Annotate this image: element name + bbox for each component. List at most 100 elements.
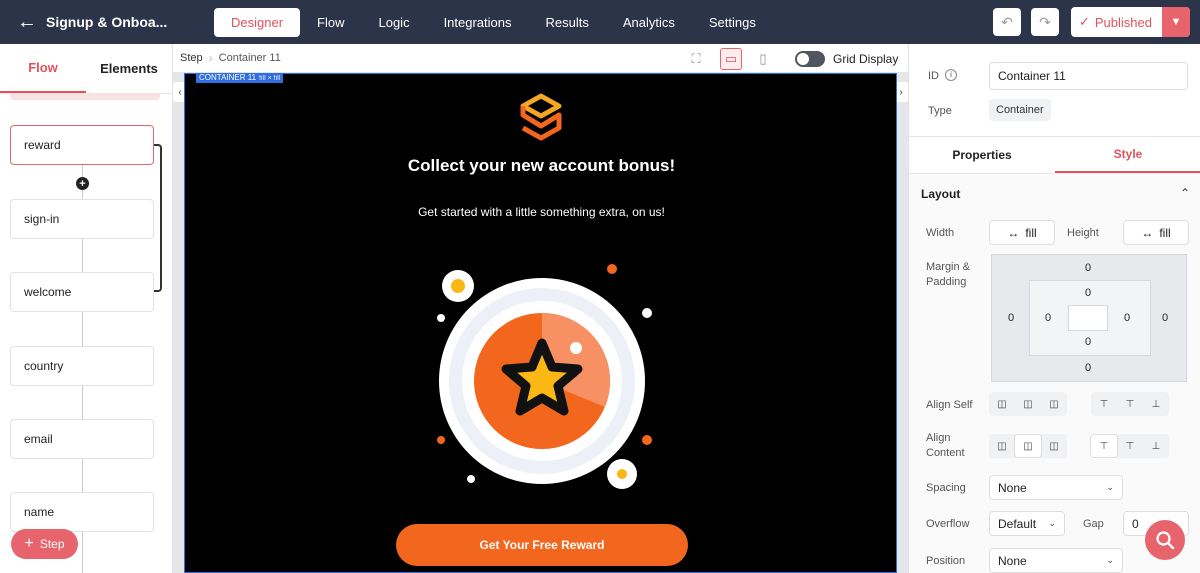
align-right-icon[interactable]: ◫	[1041, 435, 1067, 457]
align-content-label-2: Content	[926, 447, 965, 459]
step-node-sign-in[interactable]: sign-in	[10, 199, 154, 239]
chevron-up-icon[interactable]: ⌃	[1180, 186, 1190, 200]
position-value: None	[998, 553, 1027, 568]
width-arrows-icon: ↔	[1007, 225, 1020, 240]
grid-display-toggle[interactable]	[795, 51, 825, 67]
align-right-icon[interactable]: ◫	[1041, 393, 1067, 415]
position-label: Position	[926, 555, 966, 567]
undo-button[interactable]: ↶	[992, 8, 1021, 36]
align-bottom-icon[interactable]: ⊥	[1143, 393, 1169, 415]
width-input[interactable]: ↔ fill	[989, 220, 1055, 245]
align-left-icon[interactable]: ◫	[989, 435, 1015, 457]
height-arrows-icon: ↔	[1141, 225, 1154, 240]
padding-box: 0 0 0 0	[1029, 280, 1151, 356]
spacing-label: Spacing	[926, 482, 966, 494]
step-node-email[interactable]: email	[10, 419, 154, 459]
margin-bottom[interactable]: 0	[1085, 362, 1091, 374]
tab-elements-panel[interactable]: Elements	[86, 44, 172, 93]
align-bottom-icon[interactable]: ⊥	[1143, 435, 1169, 457]
padding-right[interactable]: 0	[1124, 312, 1130, 324]
align-content-vertical: ⊤ ⊤ ⊥	[1091, 434, 1169, 458]
padding-top[interactable]: 0	[1085, 287, 1091, 299]
align-top-icon[interactable]: ⊤	[1091, 393, 1117, 415]
desktop-icon[interactable]: ▭	[720, 48, 742, 70]
info-icon[interactable]: i	[945, 69, 957, 81]
tab-analytics[interactable]: Analytics	[606, 8, 692, 37]
tab-integrations[interactable]: Integrations	[427, 8, 529, 37]
headline: Collect your new account bonus!	[407, 156, 676, 175]
redo-button[interactable]: ↷	[1030, 8, 1059, 36]
margin-label: Margin &	[926, 261, 971, 273]
add-node-icon[interactable]: +	[76, 177, 89, 190]
top-actions: ↶ ↷ ✓ Published ▼	[983, 7, 1190, 37]
align-center-icon[interactable]: ◫	[1015, 435, 1041, 457]
align-middle-icon[interactable]: ⊤	[1117, 393, 1143, 415]
step-node-welcome[interactable]: welcome	[10, 272, 154, 312]
reward-star-illustration	[437, 264, 652, 489]
margin-right[interactable]: 0	[1162, 312, 1168, 324]
padding-label: Padding	[926, 276, 967, 288]
connector-line	[82, 459, 83, 493]
fullscreen-icon[interactable]: ⛶	[685, 48, 707, 70]
height-label: Height	[1067, 227, 1099, 239]
margin-left[interactable]: 0	[1008, 312, 1014, 324]
back-arrow-icon[interactable]: ←	[12, 7, 42, 37]
plus-icon: +	[24, 535, 34, 552]
align-middle-icon[interactable]: ⊤	[1117, 435, 1143, 457]
connector-line	[82, 532, 83, 573]
brand-logo-icon	[520, 93, 562, 141]
container-tag-size: fill × fill	[259, 75, 281, 82]
published-button[interactable]: ✓ Published ▼	[1070, 7, 1190, 37]
height-value: fill	[1159, 225, 1171, 240]
padding-left[interactable]: 0	[1045, 312, 1051, 324]
chevron-down-icon: ⌄	[1048, 518, 1056, 528]
check-icon: ✓	[1078, 14, 1090, 29]
align-top-icon[interactable]: ⊤	[1091, 435, 1117, 457]
undo-icon: ↶	[1001, 13, 1013, 30]
sidebar-tabs: Flow Elements	[0, 44, 172, 94]
tab-flow-panel[interactable]: Flow	[0, 44, 86, 93]
step-node-partial	[10, 93, 160, 100]
chevron-down-icon[interactable]: ▼	[1162, 7, 1190, 37]
gap-label: Gap	[1083, 518, 1104, 530]
mobile-icon[interactable]: ▯	[752, 48, 774, 70]
container-tag-label: CONTAINER 11	[199, 73, 257, 82]
get-reward-button[interactable]: Get Your Free Reward	[396, 524, 688, 566]
layout-section-title[interactable]: Layout	[921, 187, 960, 201]
overflow-select[interactable]: Default ⌄	[989, 511, 1065, 536]
id-input[interactable]: Container 11	[989, 62, 1188, 90]
subline: Get started with a little something extr…	[418, 205, 665, 219]
step-node-name[interactable]: name	[10, 492, 154, 532]
step-node-reward[interactable]: reward	[10, 125, 154, 165]
connector-line	[82, 312, 83, 346]
tab-flow[interactable]: Flow	[300, 8, 361, 37]
step-node-country[interactable]: country	[10, 346, 154, 386]
help-search-button[interactable]	[1145, 520, 1185, 560]
add-step-label: Step	[39, 537, 65, 551]
align-center-icon[interactable]: ◫	[1015, 393, 1041, 415]
padding-bottom[interactable]: 0	[1085, 336, 1091, 348]
align-content-horizontal: ◫ ◫ ◫	[989, 434, 1067, 458]
position-select[interactable]: None ⌄	[989, 548, 1123, 573]
box-model-editor: 0 0 0 0 0 0 0 0	[991, 254, 1187, 382]
chevron-down-icon: ⌄	[1106, 555, 1114, 565]
tab-results[interactable]: Results	[529, 8, 606, 37]
height-input[interactable]: ↔ fill	[1123, 220, 1189, 245]
tab-properties[interactable]: Properties	[909, 137, 1055, 173]
chevron-down-icon: ⌄	[1106, 482, 1114, 492]
tab-settings[interactable]: Settings	[692, 8, 773, 37]
tab-designer[interactable]: Designer	[214, 7, 301, 37]
top-bar: ← Signup & Onboa... Designer Flow Logic …	[0, 0, 1200, 44]
overflow-label: Overflow	[926, 518, 970, 530]
align-self-vertical: ⊤ ⊤ ⊥	[1091, 392, 1169, 416]
spacing-select[interactable]: None ⌄	[989, 475, 1123, 500]
align-left-icon[interactable]: ◫	[989, 393, 1015, 415]
add-step-button[interactable]: + Step	[11, 529, 78, 559]
tab-style[interactable]: Style	[1055, 137, 1200, 173]
spacing-value: None	[998, 480, 1027, 495]
tab-logic[interactable]: Logic	[361, 8, 426, 37]
type-value: Container	[989, 99, 1051, 121]
container-11[interactable]: CONTAINER 11 fill × fill Collect your new…	[184, 73, 897, 573]
margin-top[interactable]: 0	[1085, 262, 1091, 274]
breadcrumb-step[interactable]: Step	[173, 52, 203, 64]
